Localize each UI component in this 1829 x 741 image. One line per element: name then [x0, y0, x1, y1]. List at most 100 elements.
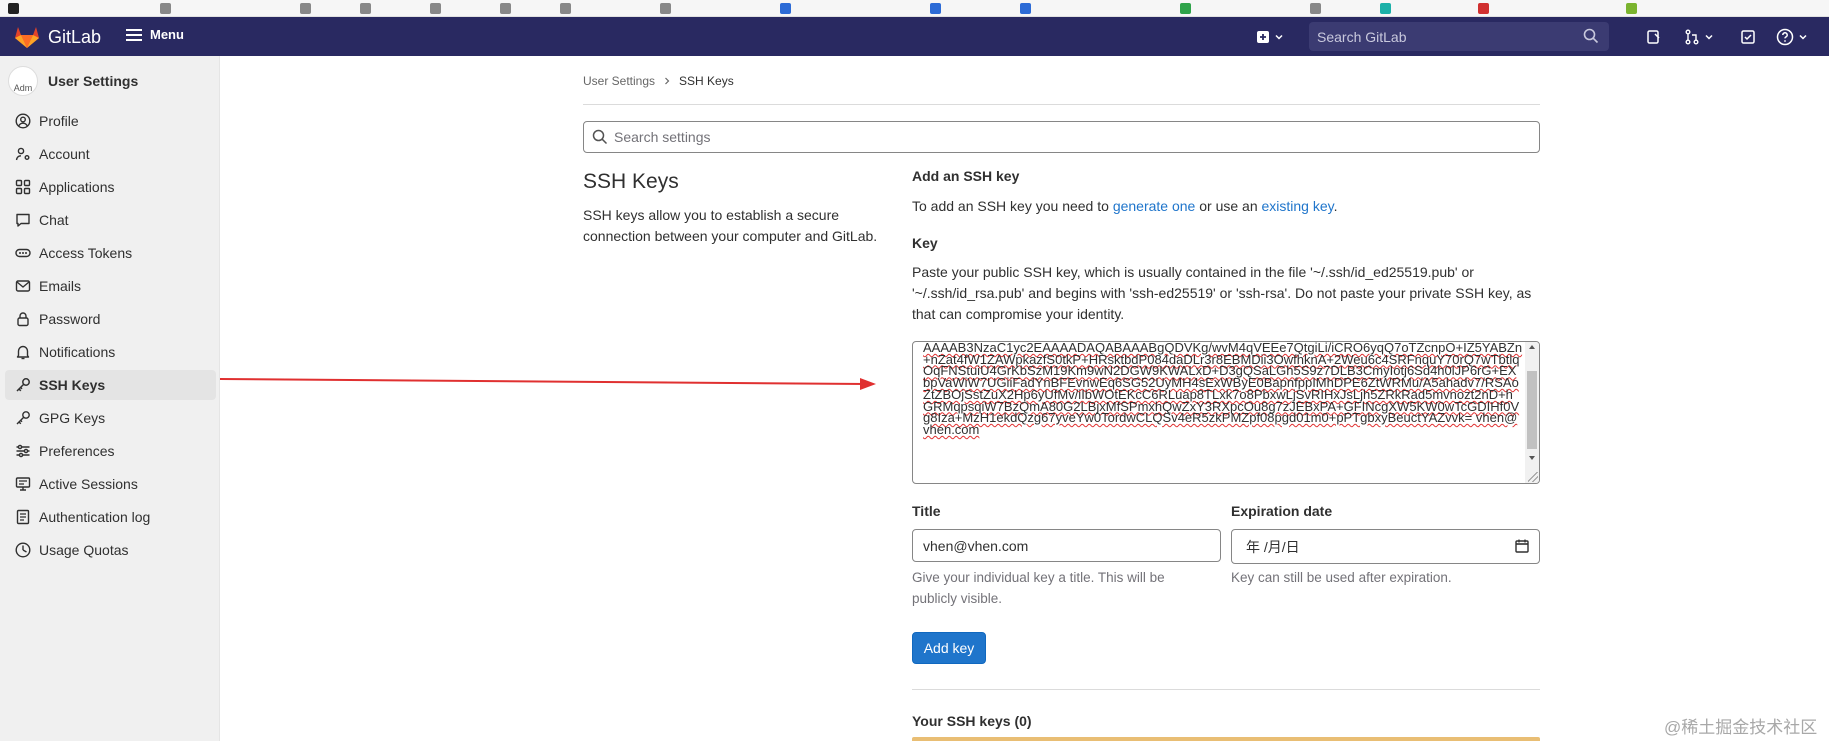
add-desc-text: To add an SSH key you need to	[912, 198, 1113, 214]
sidebar-item-label: SSH Keys	[39, 377, 106, 393]
sidebar-item-active-sessions[interactable]: Active Sessions	[5, 469, 216, 499]
bookmark-item[interactable]	[930, 2, 941, 14]
sidebar-item-label: Usage Quotas	[39, 542, 129, 558]
sidebar-item-label: Active Sessions	[39, 476, 138, 492]
bookmark-item[interactable]	[300, 2, 311, 14]
sidebar-item-label: Applications	[39, 179, 115, 195]
add-ssh-key-heading: Add an SSH key	[912, 168, 1020, 184]
sidebar-item-emails[interactable]: Emails	[5, 271, 216, 301]
add-ssh-key-description: To add an SSH key you need to generate o…	[912, 198, 1338, 214]
expiration-date-label: Expiration date	[1231, 503, 1333, 519]
quota-icon	[15, 542, 31, 558]
generate-one-link[interactable]: generate one	[1113, 198, 1196, 214]
sidebar-item-account[interactable]: Account	[5, 139, 216, 169]
sidebar-item-notifications[interactable]: Notifications	[5, 337, 216, 367]
todos-button[interactable]	[1740, 27, 1756, 47]
sidebar-item-ssh-keys[interactable]: SSH Keys	[5, 370, 216, 400]
bookmark-item[interactable]	[1310, 2, 1321, 14]
sidebar-item-gpg-keys[interactable]: GPG Keys	[5, 403, 216, 433]
sidebar-item-applications[interactable]: Applications	[5, 172, 216, 202]
settings-search-input[interactable]	[614, 129, 1514, 145]
merge-request-icon	[1685, 29, 1699, 45]
sidebar-title: User Settings	[48, 73, 139, 89]
key-textarea[interactable]: AAAAB3NzaC1yc2EAAAADAQABAAABgQDVKg/wvM4q…	[912, 341, 1540, 484]
key-textarea-value[interactable]: AAAAB3NzaC1yc2EAAAADAQABAAABgQDVKg/wvM4q…	[923, 342, 1523, 436]
sidebar-item-chat[interactable]: Chat	[5, 205, 216, 235]
sidebar-item-access-tokens[interactable]: Access Tokens	[5, 238, 216, 268]
sidebar-item-authentication-log[interactable]: Authentication log	[5, 502, 216, 532]
bookmark-item[interactable]	[1020, 2, 1031, 14]
divider	[583, 104, 1540, 105]
title-input[interactable]	[912, 529, 1221, 562]
bookmark-item[interactable]	[660, 2, 671, 14]
browser-bookmark-bar	[0, 0, 1829, 17]
resize-handle-icon[interactable]	[1528, 472, 1538, 482]
sidebar-item-preferences[interactable]: Preferences	[5, 436, 216, 466]
expiration-date-placeholder: 年 /月/日	[1246, 538, 1300, 555]
key-label: Key	[912, 235, 938, 251]
bell-icon	[16, 345, 30, 360]
sidebar-item-usage-quotas[interactable]: Usage Quotas	[5, 535, 216, 565]
bookmark-item[interactable]	[560, 2, 571, 14]
monitor-icon	[15, 477, 31, 491]
menu-label: Menu	[150, 27, 184, 42]
scroll-up-arrow-icon[interactable]	[1529, 345, 1535, 349]
expiration-help-text: Key can still be used after expiration.	[1231, 570, 1452, 585]
grid-icon	[15, 179, 31, 195]
breadcrumb-parent[interactable]: User Settings	[583, 74, 655, 88]
bookmark-item[interactable]	[8, 2, 19, 14]
add-desc-text: or use an	[1195, 198, 1262, 214]
sidebar-item-password[interactable]: Password	[5, 304, 216, 334]
textarea-scrollbar[interactable]	[1525, 342, 1539, 483]
bookmark-item[interactable]	[500, 2, 511, 14]
issues-button[interactable]	[1646, 27, 1662, 47]
chevron-down-icon	[1275, 34, 1283, 40]
breadcrumb-current[interactable]: SSH Keys	[679, 74, 734, 88]
mail-icon	[15, 280, 31, 292]
calendar-icon[interactable]	[1515, 539, 1529, 553]
settings-search[interactable]	[583, 121, 1540, 153]
lock-icon	[17, 312, 29, 327]
bookmark-item[interactable]	[1478, 2, 1489, 14]
user-gear-icon	[15, 147, 30, 161]
bookmark-item[interactable]	[360, 2, 371, 14]
sidebar-item-label: Access Tokens	[39, 245, 133, 261]
key-icon	[16, 378, 30, 392]
bookmark-item[interactable]	[1180, 2, 1191, 14]
merge-requests-button[interactable]	[1684, 27, 1714, 47]
your-ssh-keys-heading: Your SSH keys (0)	[912, 713, 1032, 729]
menu-button[interactable]: Menu	[126, 27, 184, 42]
bookmark-item[interactable]	[160, 2, 171, 14]
plus-square-icon	[1257, 31, 1269, 43]
sidebar-item-label: Emails	[39, 278, 82, 294]
bookmark-item[interactable]	[1626, 2, 1637, 14]
global-search[interactable]	[1309, 22, 1609, 51]
avatar: Adm	[8, 66, 38, 96]
gitlab-logo[interactable]: GitLab	[14, 25, 101, 49]
key-icon	[16, 411, 30, 425]
chevron-right-icon	[665, 77, 670, 85]
sidebar-header[interactable]: Adm User Settings	[8, 66, 138, 96]
help-icon	[1776, 28, 1794, 46]
sidebar-item-label: Chat	[39, 212, 69, 228]
scroll-thumb[interactable]	[1527, 371, 1537, 449]
bookmark-item[interactable]	[780, 2, 791, 14]
section-description: SSH keys allow you to establish a secure…	[583, 207, 878, 244]
existing-key-link[interactable]: existing key	[1262, 198, 1334, 214]
new-dropdown-button[interactable]	[1256, 27, 1284, 47]
sidebar-item-label: GPG Keys	[39, 410, 106, 426]
global-search-input[interactable]	[1317, 28, 1577, 45]
help-button[interactable]	[1776, 27, 1808, 47]
sidebar-item-profile[interactable]: Profile	[5, 106, 216, 136]
sidebar-item-label: Profile	[39, 113, 79, 129]
chevron-down-icon	[1799, 34, 1807, 40]
scroll-down-arrow-icon[interactable]	[1529, 456, 1535, 460]
bookmark-item[interactable]	[430, 2, 441, 14]
bookmark-item[interactable]	[1380, 2, 1391, 14]
preferences-icon	[16, 444, 30, 458]
add-key-button[interactable]: Add key	[912, 632, 986, 664]
add-desc-text: .	[1333, 198, 1338, 214]
sidebar-item-label: Password	[39, 311, 101, 327]
log-icon	[16, 509, 30, 525]
expiration-date-input[interactable]: 年 /月/日	[1231, 529, 1540, 564]
